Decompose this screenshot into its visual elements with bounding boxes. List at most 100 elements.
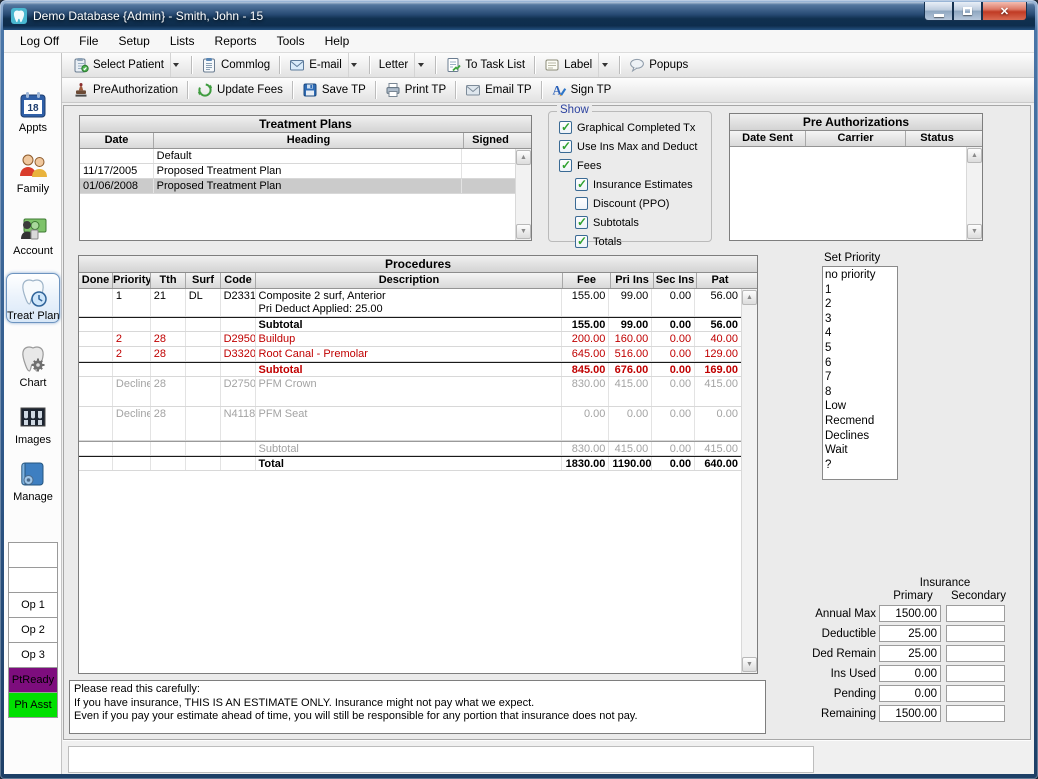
procedure-row[interactable]: Declines28D2750PFM Crown830.00415.000.00… bbox=[79, 377, 741, 407]
scroll-down-icon[interactable]: ▼ bbox=[516, 224, 531, 239]
preauthorizations-col-status[interactable]: Status bbox=[906, 131, 968, 146]
toolbar-button-select-patient[interactable]: Select Patient bbox=[66, 53, 189, 77]
toolbar-button-commlog[interactable]: Commlog bbox=[194, 53, 277, 77]
procedures-col-pri-ins[interactable]: Pri Ins bbox=[611, 273, 654, 288]
procedure-row[interactable]: Declines28N4118PFM Seat0.000.000.000.00 bbox=[79, 407, 741, 441]
priority-option-5[interactable]: 5 bbox=[825, 341, 897, 356]
toolbar-button-update-fees[interactable]: Update Fees bbox=[190, 78, 290, 102]
toolbar-button-sign-tp[interactable]: ASign TP bbox=[544, 78, 619, 102]
sidebar-op-op-1[interactable]: Op 1 bbox=[8, 592, 58, 618]
menu-setup[interactable]: Setup bbox=[108, 31, 159, 51]
procedures-col-surf[interactable]: Surf bbox=[186, 273, 221, 288]
procedures-col-tth[interactable]: Tth bbox=[151, 273, 186, 288]
checkbox-totals[interactable] bbox=[575, 235, 588, 248]
sidebar-op-ph-asst[interactable]: Ph Asst bbox=[8, 692, 58, 718]
toolbar-button-letter[interactable]: Letter bbox=[372, 53, 433, 77]
priority-option-blank[interactable]: ? bbox=[825, 458, 897, 473]
menu-help[interactable]: Help bbox=[315, 31, 360, 51]
close-button[interactable]: ✕ bbox=[982, 2, 1027, 21]
show-option-totals[interactable]: Totals bbox=[575, 234, 711, 249]
procedure-row[interactable]: Subtotal845.00676.000.00169.00 bbox=[79, 362, 741, 377]
procedures-col-pat[interactable]: Pat bbox=[697, 273, 743, 288]
scroll-up-icon[interactable]: ▲ bbox=[967, 148, 982, 163]
checkbox-insurance-estimates[interactable] bbox=[575, 178, 588, 191]
toolbar-button-e-mail[interactable]: E-mail bbox=[282, 53, 367, 77]
insurance-annual-max-secondary-input[interactable] bbox=[946, 605, 1005, 622]
insurance-remaining-primary-input[interactable] bbox=[879, 705, 941, 722]
scroll-up-icon[interactable]: ▲ bbox=[516, 150, 531, 165]
priority-option-4[interactable]: 4 bbox=[825, 326, 897, 341]
procedures-col-priority[interactable]: Priority bbox=[113, 273, 151, 288]
insurance-annual-max-primary-input[interactable] bbox=[879, 605, 941, 622]
menu-file[interactable]: File bbox=[69, 31, 108, 51]
priority-option-low[interactable]: Low bbox=[825, 399, 897, 414]
dropdown-arrow-icon[interactable] bbox=[598, 53, 610, 77]
checkbox-graphical-completed-tx[interactable] bbox=[559, 121, 572, 134]
treatment-plan-row[interactable]: Default bbox=[80, 149, 515, 164]
menu-lists[interactable]: Lists bbox=[160, 31, 205, 51]
toolbar-button-to-task-list[interactable]: To Task List bbox=[438, 53, 532, 77]
priority-option-8[interactable]: 8 bbox=[825, 385, 897, 400]
sidebar-item-manage[interactable]: Manage bbox=[6, 455, 60, 503]
sidebar-item-treat-plan[interactable]: Treat' Plan bbox=[6, 273, 60, 323]
priority-option-1[interactable]: 1 bbox=[825, 283, 897, 298]
checkbox-use-ins-max-and-deduct[interactable] bbox=[559, 140, 572, 153]
toolbar-button-preauthorization[interactable]: PreAuthorization bbox=[66, 78, 185, 102]
treatment-plans-col-signed[interactable]: Signed bbox=[464, 133, 517, 148]
preauthorizations-scrollbar[interactable]: ▲▼ bbox=[966, 147, 982, 240]
sidebar-op-blank[interactable] bbox=[8, 542, 58, 568]
dropdown-arrow-icon[interactable] bbox=[170, 53, 182, 77]
toolbar-button-label[interactable]: Label bbox=[537, 53, 617, 77]
treatment-plan-row[interactable]: 11/17/2005Proposed Treatment Plan bbox=[80, 164, 515, 179]
show-option-discount-ppo[interactable]: Discount (PPO) bbox=[575, 196, 711, 211]
treatment-plan-row[interactable]: 01/06/2008Proposed Treatment Plan bbox=[80, 179, 515, 194]
show-option-fees[interactable]: Fees bbox=[559, 158, 711, 173]
priority-option-7[interactable]: 7 bbox=[825, 370, 897, 385]
scroll-down-icon[interactable]: ▼ bbox=[742, 657, 757, 672]
toolbar-button-email-tp[interactable]: Email TP bbox=[458, 78, 538, 102]
procedures-col-description[interactable]: Description bbox=[256, 273, 563, 288]
procedure-row[interactable]: Total1830.001190.000.00640.00 bbox=[79, 456, 741, 471]
priority-option-recmend[interactable]: Recmend bbox=[825, 414, 897, 429]
procedures-col-fee[interactable]: Fee bbox=[563, 273, 611, 288]
scroll-down-icon[interactable]: ▼ bbox=[967, 224, 982, 239]
priority-option-6[interactable]: 6 bbox=[825, 356, 897, 371]
priority-option-no-priority[interactable]: no priority bbox=[825, 268, 897, 283]
sidebar-item-images[interactable]: Images bbox=[6, 398, 60, 446]
procedure-row[interactable]: Subtotal830.00415.000.00415.00 bbox=[79, 441, 741, 456]
checkbox-discount-ppo[interactable] bbox=[575, 197, 588, 210]
sidebar-item-chart[interactable]: Chart bbox=[6, 341, 60, 389]
sidebar-item-appts[interactable]: 18Appts bbox=[6, 86, 60, 134]
treatment-plans-col-heading[interactable]: Heading bbox=[154, 133, 464, 148]
preauthorizations-col-date-sent[interactable]: Date Sent bbox=[730, 131, 806, 146]
insurance-remaining-secondary-input[interactable] bbox=[946, 705, 1005, 722]
procedures-scrollbar[interactable]: ▲▼ bbox=[741, 289, 757, 673]
insurance-pending-secondary-input[interactable] bbox=[946, 685, 1005, 702]
insurance-ded-remain-secondary-input[interactable] bbox=[946, 645, 1005, 662]
toolbar-button-save-tp[interactable]: Save TP bbox=[295, 78, 373, 102]
insurance-deductible-primary-input[interactable] bbox=[879, 625, 941, 642]
procedures-col-sec-ins[interactable]: Sec Ins bbox=[654, 273, 697, 288]
treatment-plans-col-date[interactable]: Date bbox=[80, 133, 154, 148]
insurance-ins-used-primary-input[interactable] bbox=[879, 665, 941, 682]
priority-option-3[interactable]: 3 bbox=[825, 312, 897, 327]
show-option-use-ins-max-and-deduct[interactable]: Use Ins Max and Deduct bbox=[559, 139, 711, 154]
menu-reports[interactable]: Reports bbox=[205, 31, 267, 51]
procedure-row[interactable]: 228D3320Root Canal - Premolar645.00516.0… bbox=[79, 347, 741, 362]
sidebar-item-account[interactable]: Account bbox=[6, 209, 60, 257]
priority-option-wait[interactable]: Wait bbox=[825, 443, 897, 458]
procedure-row[interactable]: Subtotal155.0099.000.0056.00 bbox=[79, 317, 741, 332]
sidebar-op-op-2[interactable]: Op 2 bbox=[8, 617, 58, 643]
toolbar-button-print-tp[interactable]: Print TP bbox=[378, 78, 453, 102]
sidebar-item-family[interactable]: Family bbox=[6, 147, 60, 195]
insurance-ins-used-secondary-input[interactable] bbox=[946, 665, 1005, 682]
show-option-graphical-completed-tx[interactable]: Graphical Completed Tx bbox=[559, 120, 711, 135]
insurance-ded-remain-primary-input[interactable] bbox=[879, 645, 941, 662]
show-option-subtotals[interactable]: Subtotals bbox=[575, 215, 711, 230]
checkbox-subtotals[interactable] bbox=[575, 216, 588, 229]
insurance-deductible-secondary-input[interactable] bbox=[946, 625, 1005, 642]
estimate-note-box[interactable]: Please read this carefully:If you have i… bbox=[69, 680, 766, 734]
bottom-note-box[interactable] bbox=[68, 746, 814, 773]
sidebar-op-op-3[interactable]: Op 3 bbox=[8, 642, 58, 668]
dropdown-arrow-icon[interactable] bbox=[348, 53, 360, 77]
